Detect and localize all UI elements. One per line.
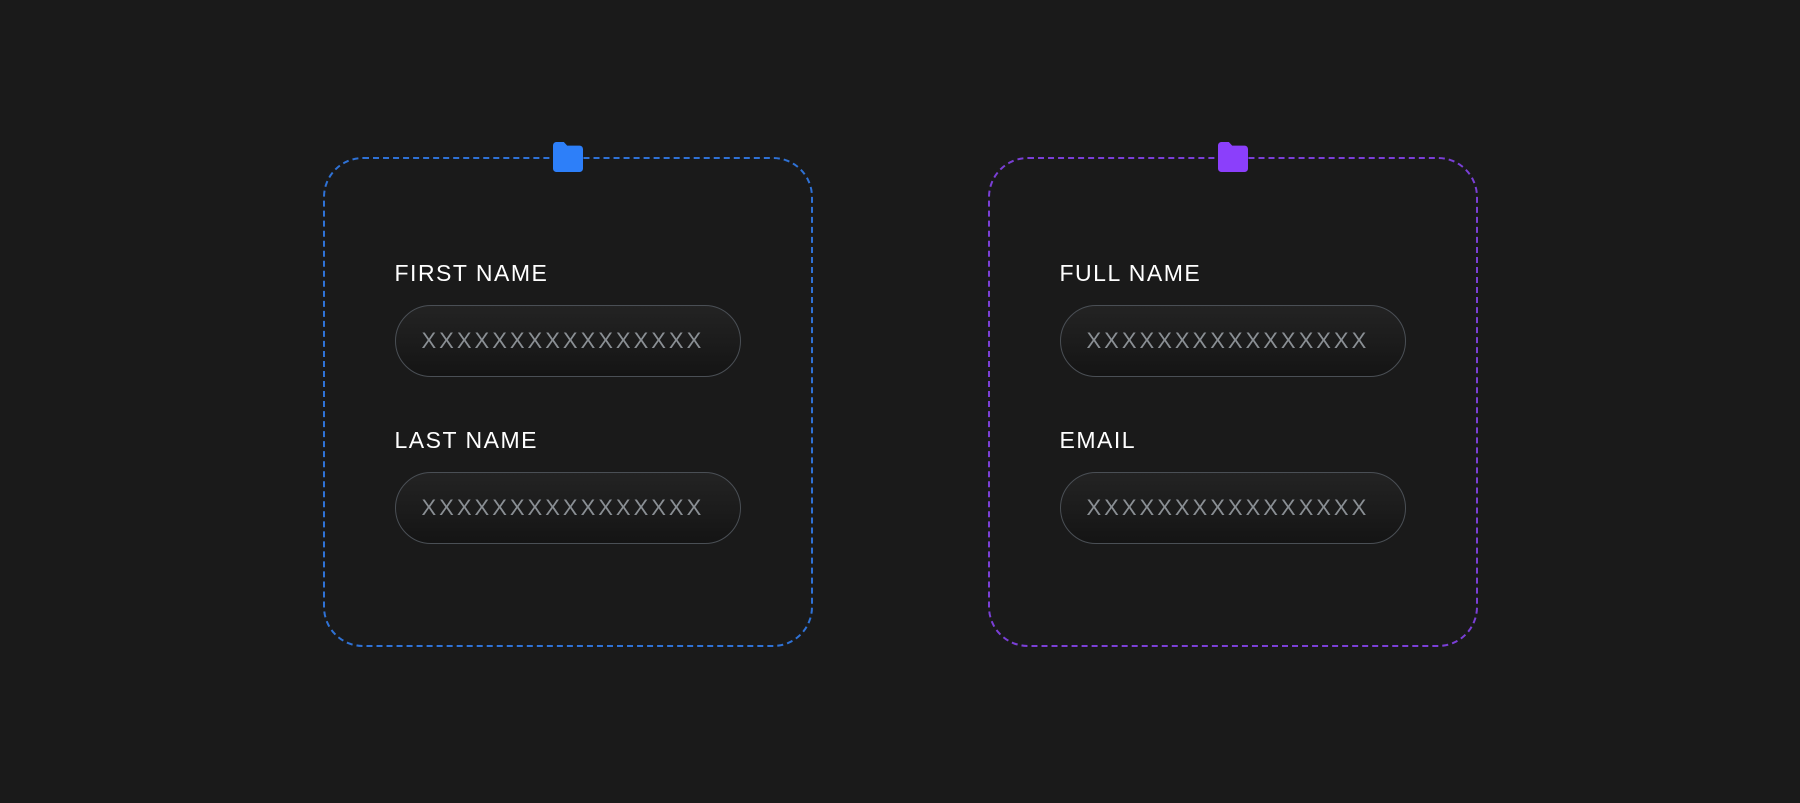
folder-icon-svg (1212, 137, 1254, 177)
field-email: EMAIL (1060, 427, 1406, 544)
folder-icon (547, 137, 589, 177)
field-full-name: FULL NAME (1060, 260, 1406, 377)
field-first-name: FIRST NAME (395, 260, 741, 377)
last-name-label: LAST NAME (395, 427, 741, 454)
first-name-input[interactable] (395, 305, 741, 377)
field-last-name: LAST NAME (395, 427, 741, 544)
first-name-label: FIRST NAME (395, 260, 741, 287)
email-label: EMAIL (1060, 427, 1406, 454)
full-name-input[interactable] (1060, 305, 1406, 377)
canvas: FIRST NAME LAST NAME FULL NAME EMAIL (0, 0, 1800, 803)
folder-icon (1212, 137, 1254, 177)
last-name-input[interactable] (395, 472, 741, 544)
full-name-label: FULL NAME (1060, 260, 1406, 287)
card-left: FIRST NAME LAST NAME (323, 157, 813, 647)
card-right: FULL NAME EMAIL (988, 157, 1478, 647)
folder-icon-svg (547, 137, 589, 177)
email-input[interactable] (1060, 472, 1406, 544)
